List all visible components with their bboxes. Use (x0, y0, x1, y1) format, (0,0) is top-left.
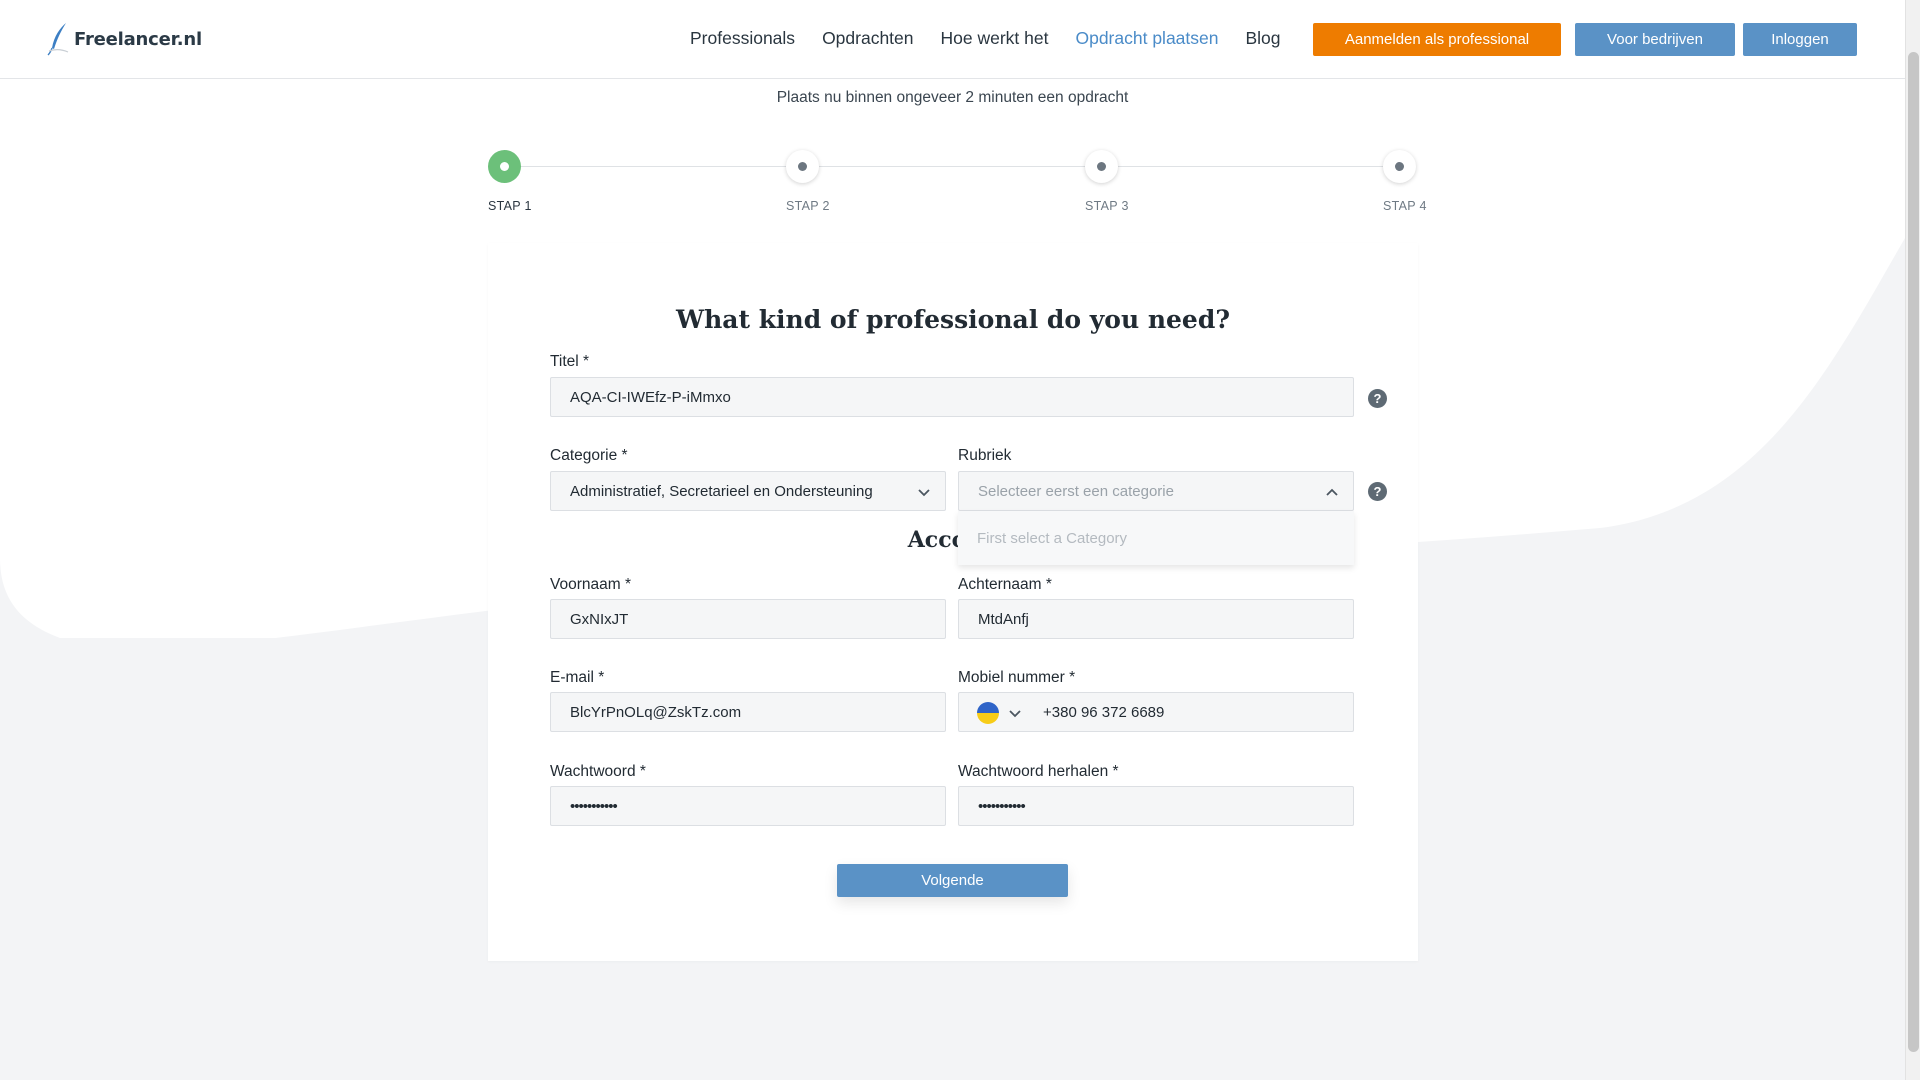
achternaam-input[interactable]: MtdAnfj (958, 599, 1354, 639)
rubriek-label: Rubriek (958, 447, 1012, 464)
scrollbar-thumb[interactable] (1908, 52, 1919, 1052)
for-business-button[interactable]: Voor bedrijven (1575, 23, 1735, 56)
email-label: E-mail * (550, 669, 605, 686)
rubriek-dropdown-empty: First select a Category (977, 529, 1128, 547)
step-2-label: STAP 2 (786, 199, 830, 213)
achternaam-value: MtdAnfj (978, 610, 1029, 628)
mobiel-input[interactable]: +380 96 372 6689 (958, 692, 1354, 732)
wachtwoord-value: ••••••••••• (570, 797, 618, 815)
achternaam-label: Achternaam * (958, 576, 1052, 593)
step-3-label: STAP 3 (1085, 199, 1129, 213)
nav-blog[interactable]: Blog (1246, 28, 1281, 49)
login-button[interactable]: Inloggen (1743, 23, 1857, 56)
form-title: What kind of professional do you need? (676, 305, 1230, 334)
titel-help-icon[interactable]: ? (1368, 389, 1387, 408)
rubriek-select[interactable]: Selecteer eerst een categorie (958, 471, 1354, 511)
chevron-down-icon (918, 489, 930, 497)
rubriek-help-icon[interactable]: ? (1368, 482, 1387, 501)
rubriek-placeholder: Selecteer eerst een categorie (978, 482, 1174, 500)
page-subtitle: Plaats nu binnen ongeveer 2 minuten een … (776, 89, 1129, 106)
titel-label: Titel * (550, 353, 590, 370)
wachtwoord-herhalen-value: ••••••••••• (978, 797, 1026, 815)
step-4: STAP 4 (1383, 150, 1463, 213)
page-scrollbar[interactable] (1905, 0, 1920, 1080)
nav-opdrachten[interactable]: Opdrachten (822, 28, 913, 49)
voornaam-value: GxNIxJT (570, 610, 629, 628)
ukraine-flag-icon[interactable] (977, 702, 999, 724)
categorie-value: Administratief, Secretarieel en Onderste… (570, 482, 873, 500)
step-progress: STAP 1 STAP 2 STAP 3 STAP 4 (488, 150, 1428, 220)
step-3-dot (1085, 150, 1118, 183)
step-1-dot (488, 150, 521, 183)
wachtwoord-input[interactable]: ••••••••••• (550, 786, 946, 826)
step-3: STAP 3 (1085, 150, 1165, 213)
step-2-dot (786, 150, 819, 183)
nav-opdracht-plaatsen[interactable]: Opdracht plaatsen (1075, 28, 1218, 49)
email-input[interactable]: BlcYrPnOLq@ZskTz.com (550, 692, 946, 732)
categorie-label: Categorie * (550, 447, 628, 464)
register-professional-button[interactable]: Aanmelden als professional (1313, 23, 1561, 56)
post-job-form-card: What kind of professional do you need? T… (488, 243, 1418, 961)
voornaam-label: Voornaam * (550, 576, 631, 593)
mobiel-value: +380 96 372 6689 (1043, 703, 1165, 721)
step-line (504, 166, 1412, 167)
voornaam-input[interactable]: GxNIxJT (550, 599, 946, 639)
step-1: STAP 1 (488, 150, 568, 213)
wachtwoord-herhalen-input[interactable]: ••••••••••• (958, 786, 1354, 826)
logo-text: Freelancer.nl (74, 28, 202, 50)
logo[interactable]: Freelancer.nl (46, 22, 202, 56)
country-chevron-down-icon[interactable] (1008, 706, 1022, 720)
top-header: Freelancer.nl Professionals Opdrachten H… (0, 0, 1905, 79)
email-value: BlcYrPnOLq@ZskTz.com (570, 703, 742, 721)
rubriek-dropdown-menu: First select a Category (958, 511, 1354, 565)
step-4-label: STAP 4 (1383, 199, 1427, 213)
nav-professionals[interactable]: Professionals (690, 28, 795, 49)
titel-value: AQA-CI-IWEfz-P-iMmxo (570, 388, 731, 406)
mobiel-label: Mobiel nummer * (958, 669, 1076, 686)
step-1-label: STAP 1 (488, 199, 532, 213)
step-4-dot (1383, 150, 1416, 183)
chevron-up-icon (1326, 488, 1338, 496)
next-button[interactable]: Volgende (837, 864, 1068, 897)
nav-hoe-werkt-het[interactable]: Hoe werkt het (941, 28, 1049, 49)
wachtwoord-herhalen-label: Wachtwoord herhalen * (958, 763, 1119, 780)
titel-input[interactable]: AQA-CI-IWEfz-P-iMmxo (550, 377, 1354, 417)
step-2: STAP 2 (786, 150, 866, 213)
feather-logo-icon (47, 23, 69, 56)
main-nav: Professionals Opdrachten Hoe werkt het O… (690, 28, 1308, 49)
wachtwoord-label: Wachtwoord * (550, 763, 646, 780)
categorie-select[interactable]: Administratief, Secretarieel en Onderste… (550, 471, 946, 511)
